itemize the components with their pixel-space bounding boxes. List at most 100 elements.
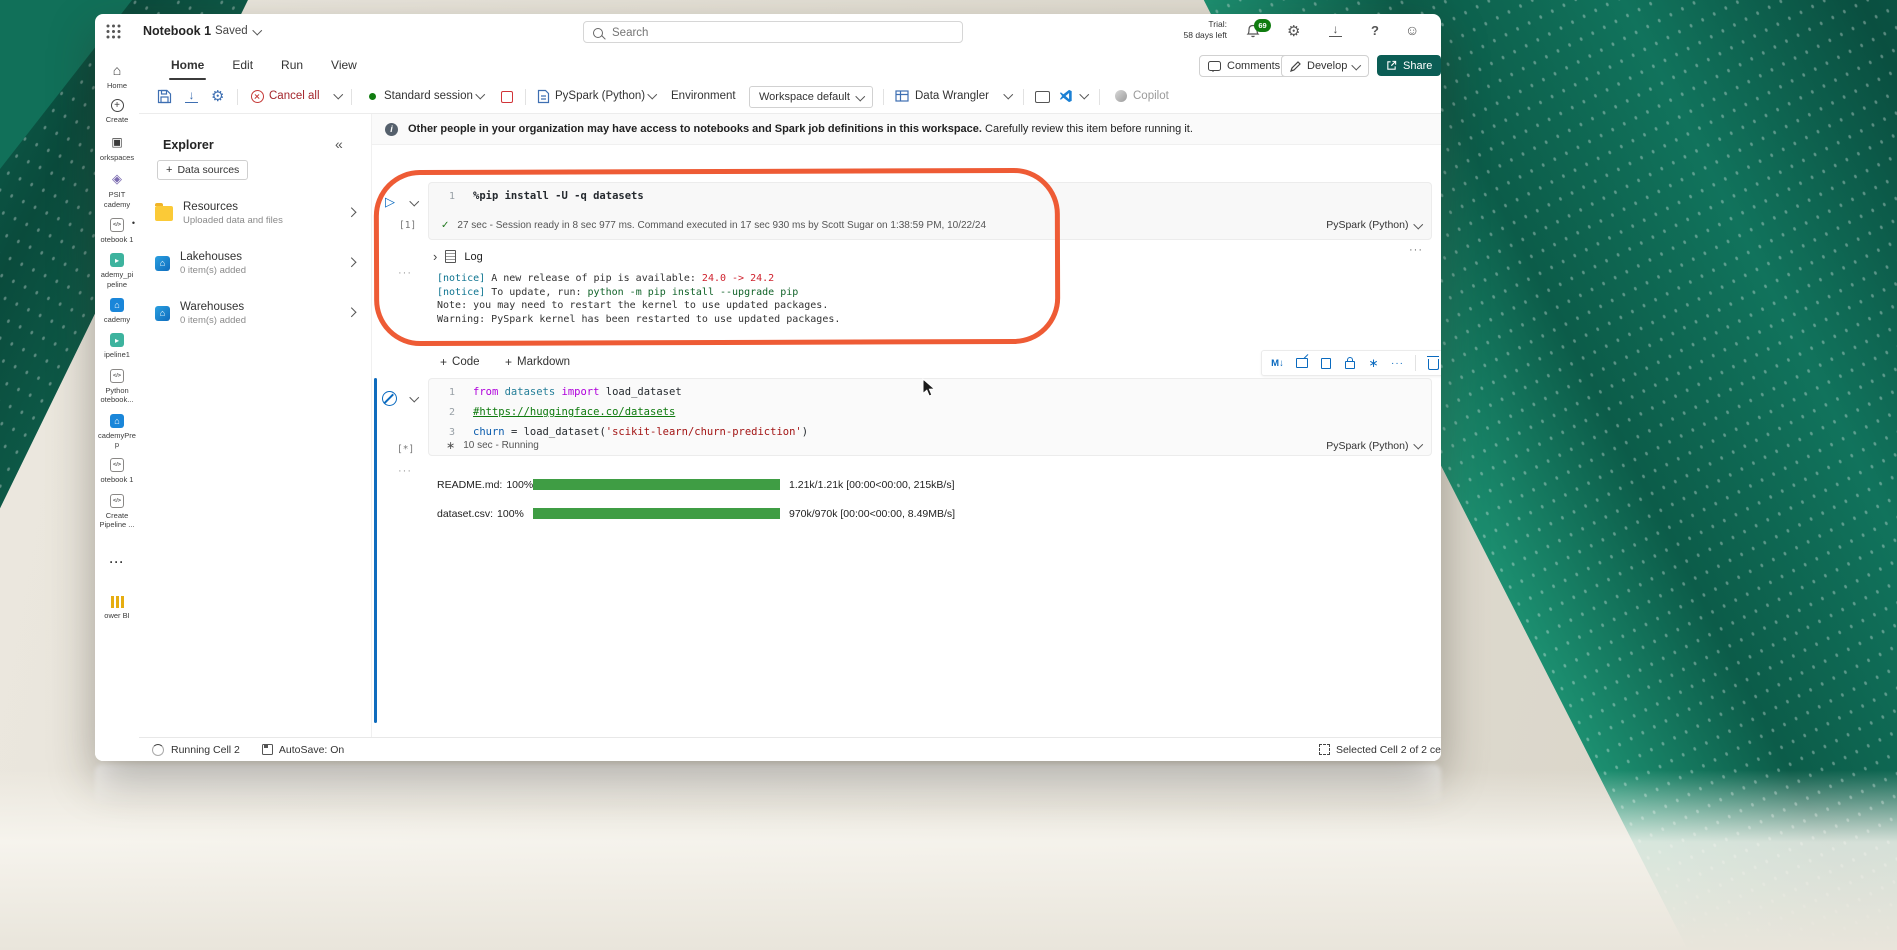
nav-rail-item[interactable]: cademyPre p <box>95 414 139 450</box>
progress-percent: 100% <box>506 479 533 491</box>
nav-rail-item[interactable]: ipeline1 <box>95 333 139 359</box>
progress-fill <box>533 479 780 490</box>
nav-rail-item[interactable] <box>95 554 139 573</box>
notifications-button[interactable]: 69 <box>1245 23 1265 43</box>
nav-rail-item[interactable]: PSIT cademy <box>95 171 139 209</box>
add-code-button[interactable]: + Code <box>440 355 480 369</box>
stop-session-icon[interactable] <box>501 91 513 103</box>
download-progress-row: dataset.csv: 100% 970k/970k [00:00<00:00… <box>437 499 955 528</box>
chevron-right-icon[interactable] <box>346 257 355 266</box>
chevron-right-icon[interactable] <box>346 307 355 316</box>
environment-label[interactable]: Environment <box>671 90 736 102</box>
cell-1-more-options[interactable]: ··· <box>398 267 412 279</box>
menu-tab[interactable]: Run <box>279 50 305 80</box>
autosave-toggle[interactable]: AutoSave: On <box>279 744 344 756</box>
cell-2-code: 1 from datasets import load_dataset 2 #h… <box>429 385 1431 439</box>
settings-gear-button[interactable]: ⚙ <box>1287 22 1300 40</box>
menu-tab[interactable]: Home <box>169 50 206 80</box>
collapse-panel-button[interactable]: « <box>335 136 343 152</box>
download-button[interactable]: ↓ <box>1329 23 1342 37</box>
menubar: Home Edit Run View Comments Develop <box>139 50 1441 80</box>
copy-cell-icon[interactable] <box>1319 355 1332 371</box>
cell-2-stop-button[interactable] <box>382 391 397 409</box>
chevron-down-icon[interactable] <box>334 90 343 99</box>
cell-2-kernel-selector[interactable]: PySpark (Python) <box>1326 440 1421 452</box>
data-wrangler-button[interactable]: Data Wrangler <box>915 90 989 102</box>
saved-dropdown[interactable]: Saved <box>215 25 260 37</box>
data-sources-button[interactable]: + Data sources <box>157 160 248 180</box>
vscode-icon[interactable] <box>1059 89 1073 103</box>
window-reflection <box>95 764 1441 806</box>
panel-lay-icon[interactable] <box>1035 91 1050 103</box>
lock-cell-icon[interactable] <box>1343 355 1356 371</box>
export-download-icon[interactable]: ↓ <box>185 89 198 103</box>
develop-button[interactable]: Develop <box>1281 55 1369 77</box>
more-options-icon[interactable]: ··· <box>1391 355 1404 371</box>
nav-rail-item[interactable]: Create <box>95 99 139 124</box>
chevron-right-icon[interactable] <box>346 207 355 216</box>
explorer-item[interactable]: Lakehouses 0 item(s) added <box>139 238 372 288</box>
explorer-item[interactable]: Resources Uploaded data and files <box>139 188 372 238</box>
cell-1-collapse-chevron[interactable] <box>410 197 419 206</box>
chevron-down-icon[interactable] <box>1080 90 1089 99</box>
nav-rail-icon <box>110 494 124 508</box>
notebook-title[interactable]: Notebook 1 <box>143 24 211 38</box>
markdown-convert-icon[interactable]: M↓ <box>1271 355 1284 371</box>
nav-rail-icon <box>110 218 124 232</box>
help-button[interactable]: ? <box>1371 23 1379 38</box>
chevron-down-icon[interactable] <box>476 90 485 99</box>
search-box[interactable] <box>583 21 963 43</box>
divider <box>525 89 526 105</box>
nav-rail-item[interactable]: orkspaces <box>95 134 139 162</box>
kernel-selector[interactable]: PySpark (Python) <box>555 90 645 102</box>
cell-2-more-options[interactable]: ··· <box>398 465 412 477</box>
log-expander[interactable]: › Log <box>433 250 483 263</box>
explorer-item[interactable]: Warehouses 0 item(s) added <box>139 288 372 338</box>
chevron-down-icon[interactable] <box>648 90 657 99</box>
copilot-button[interactable]: Copilot <box>1133 90 1169 102</box>
nav-rail-item[interactable]: cademy <box>95 298 139 324</box>
share-button[interactable]: Share <box>1377 55 1441 76</box>
nav-rail-item[interactable]: Create Pipeline ... <box>95 494 139 530</box>
code-cell-1[interactable]: 1 %pip install -U -q datasets ✓ 27 sec -… <box>428 182 1432 240</box>
search-input[interactable] <box>610 23 954 43</box>
log-line: [notice] A new release of pip is availab… <box>437 272 840 286</box>
nav-rail-icon <box>110 298 124 312</box>
session-selector[interactable]: Standard session <box>384 90 473 102</box>
nav-rail-item[interactable]: Python otebook... <box>95 369 139 405</box>
add-markdown-button[interactable]: + Markdown <box>505 355 570 369</box>
cell-1-run-button[interactable]: ▷ <box>385 194 395 210</box>
menu-tab[interactable]: Edit <box>230 50 255 80</box>
cell-1-kernel-selector[interactable]: PySpark (Python) <box>1326 219 1421 231</box>
language-icon <box>537 89 550 104</box>
nav-rail-item[interactable]: ower BI <box>95 596 139 620</box>
freeze-cell-icon[interactable]: ∗ <box>1367 355 1380 371</box>
running-asterisk-icon: ∗ <box>446 439 455 452</box>
data-wrangler-icon <box>895 90 909 102</box>
notebook-settings-icon[interactable]: ⚙ <box>211 87 224 105</box>
nav-rail-item[interactable]: otebook 1 <box>95 458 139 484</box>
code-line[interactable]: 3 churn = load_dataset('scikit-learn/chu… <box>429 425 1431 439</box>
code-line[interactable]: 1 %pip install -U -q datasets <box>429 189 1431 203</box>
running-status: Running Cell 2 <box>171 744 240 756</box>
log-more-options[interactable]: ··· <box>1409 244 1423 256</box>
feedback-button[interactable]: ☺ <box>1405 22 1419 38</box>
nav-rail-item[interactable]: ademy_pi peline <box>95 253 139 289</box>
code-cell-2[interactable]: 1 from datasets import load_dataset 2 #h… <box>428 378 1432 456</box>
save-icon[interactable] <box>157 89 172 104</box>
menu-tab[interactable]: View <box>329 50 359 80</box>
chevron-down-icon[interactable] <box>1004 90 1013 99</box>
nav-rail-icon <box>111 99 124 112</box>
workspace-selector[interactable]: Workspace default <box>749 86 873 108</box>
comments-button[interactable]: Comments <box>1199 55 1289 77</box>
cancel-all-button[interactable]: Cancel all <box>269 90 320 102</box>
delete-cell-icon[interactable] <box>1427 355 1440 371</box>
divider <box>351 89 352 105</box>
cell-2-collapse-chevron[interactable] <box>410 393 419 402</box>
nav-rail-item[interactable]: otebook 1 <box>95 218 139 244</box>
code-line[interactable]: 2 #https://huggingface.co/datasets <box>429 405 1431 419</box>
nav-rail-item[interactable]: Home <box>95 62 139 90</box>
app-launcher-icon[interactable] <box>106 24 121 39</box>
code-line[interactable]: 1 from datasets import load_dataset <box>429 385 1431 399</box>
edit-cell-icon[interactable] <box>1295 355 1308 371</box>
